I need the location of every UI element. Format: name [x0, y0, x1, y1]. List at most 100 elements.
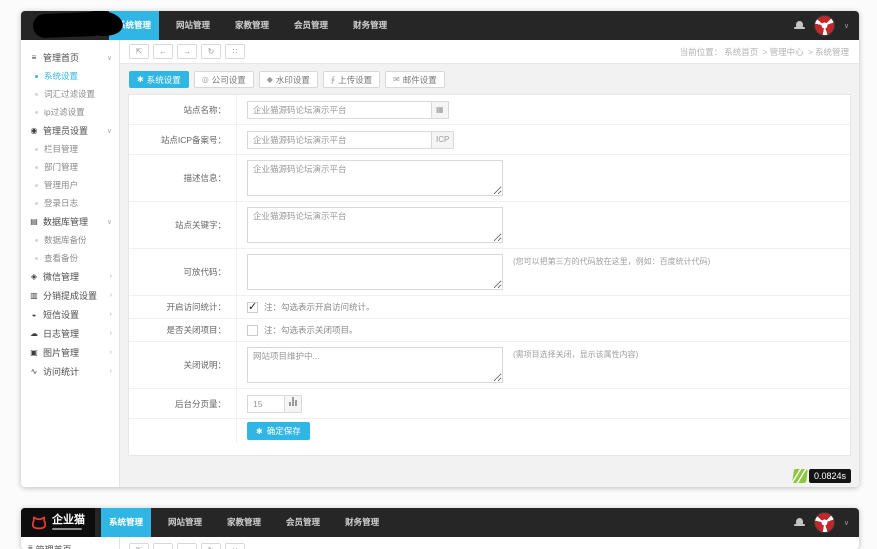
form-row-description: 描述信息： 企业猫源码论坛演示平台 — [129, 155, 850, 202]
close-project-checkbox[interactable] — [247, 325, 258, 336]
tab-system-settings[interactable]: ✱ 系统设置 — [129, 71, 189, 88]
nav-item-tutoring[interactable]: 家教管理 — [227, 11, 277, 40]
sidebar-item-view-backup[interactable]: 查看备份 — [21, 249, 119, 267]
field-label — [129, 419, 237, 443]
cloud-icon: ☁ — [28, 329, 40, 338]
cat-icon — [31, 515, 47, 531]
nav-item-finance[interactable]: 财务管理 — [337, 508, 387, 537]
sidebar-group-database[interactable]: ▤ 数据库管理 ∨ — [21, 212, 119, 231]
field-label: 关闭说明： — [129, 342, 237, 388]
sidebar-group-admin[interactable]: ◉ 管理员设置 ∨ — [21, 121, 119, 140]
avatar[interactable] — [814, 15, 835, 36]
keywords-textarea[interactable]: 企业猫源码论坛演示平台 — [247, 207, 503, 243]
save-button[interactable]: ✱ 确定保存 — [247, 422, 310, 440]
sliders-icon: ≡ — [28, 543, 33, 549]
nav-item-website[interactable]: 网站管理 — [168, 11, 218, 40]
sidebar-group-visit-stats[interactable]: ∿ 访问统计 › — [21, 362, 119, 381]
chevron-right-icon: › — [110, 292, 112, 299]
stats-checkbox[interactable] — [247, 302, 258, 313]
nav-item-system[interactable]: 系统管理 — [101, 508, 151, 537]
grid-icon: ▦ — [432, 101, 449, 119]
thinkphp-icon — [792, 469, 808, 483]
comment-icon: ◒ — [28, 310, 40, 319]
close-note: 注：勾选表示关闭项目。 — [264, 324, 358, 336]
forward-button[interactable]: → — [177, 44, 197, 59]
embed-code-textarea[interactable] — [247, 254, 503, 290]
nav-item-tutoring[interactable]: 家教管理 — [219, 508, 269, 537]
sidebar-item-ip-filter[interactable]: ip过滤设置 — [21, 103, 119, 121]
chevron-right-icon: › — [110, 349, 112, 356]
stats-note: 注：勾选表示开启访问统计。 — [264, 301, 375, 313]
fullscreen-button[interactable]: ⇱ — [129, 543, 149, 549]
tab-mail-settings[interactable]: ✉ 邮件设置 — [385, 71, 445, 88]
icp-number-input[interactable] — [247, 131, 432, 149]
compress-button[interactable]: ∷ — [225, 543, 245, 549]
clipped-content-strip: ≡ 管理首页 ⇱ ← → ↻ ∷ — [21, 537, 859, 549]
sidebar-item-system-settings[interactable]: 系统设置 — [21, 67, 119, 85]
sidebar-group-wechat[interactable]: ◈ 微信管理 › — [21, 267, 119, 286]
description-textarea[interactable]: 企业猫源码论坛演示平台 — [247, 160, 503, 196]
nav-item-members[interactable]: 会员管理 — [278, 508, 328, 537]
close-message-textarea[interactable]: 网站项目维护中... — [247, 347, 503, 383]
droplet-icon: ◆ — [267, 75, 273, 84]
refresh-button[interactable]: ↻ — [201, 44, 221, 59]
chevron-down-icon: ∨ — [107, 127, 112, 135]
top-navbar: 系统管理 网站管理 家教管理 会员管理 财务管理 ∨ — [21, 11, 859, 40]
chevron-right-icon: › — [110, 311, 112, 318]
gear-icon: ✱ — [137, 75, 144, 84]
map-marker-icon: ◎ — [202, 75, 209, 84]
brand-logo[interactable]: 企业猫 — [21, 508, 95, 537]
sidebar-item-columns[interactable]: 栏目管理 — [21, 140, 119, 158]
form-row-icp: 站点ICP备案号： ICP — [129, 125, 850, 155]
nav-item-finance[interactable]: 财务管理 — [345, 11, 395, 40]
history-toolbar: ⇱ ← → ↻ ∷ — [120, 537, 859, 549]
brand-name: 企业猫 — [52, 515, 85, 526]
sidebar-item-admin-users[interactable]: 管理用户 — [21, 176, 119, 194]
form-row-close-message: 关闭说明： 网站项目维护中... (需项目选择关闭，显示该属性内容) — [129, 342, 850, 389]
sidebar-item-login-logs[interactable]: 登录日志 — [21, 194, 119, 212]
settings-form: 站点名称： ▦ 站点ICP备案号： ICP 描述信息： — [128, 94, 851, 456]
tab-upload-settings[interactable]: ∮ 上传设置 — [323, 71, 380, 88]
avatar[interactable] — [814, 512, 835, 533]
top-nav-menu: 系统管理 网站管理 家教管理 会员管理 财务管理 — [101, 508, 396, 537]
sidebar-item-word-filter[interactable]: 词汇过滤设置 — [21, 85, 119, 103]
close-message-hint: (需项目选择关闭，显示该属性内容) — [513, 349, 638, 360]
fullscreen-button[interactable]: ⇱ — [129, 44, 149, 59]
admin-icon: ◉ — [28, 126, 40, 135]
sidebar-group-sms[interactable]: ◒ 短信设置 › — [21, 305, 119, 324]
field-label: 后台分页量： — [129, 389, 237, 418]
nav-item-members[interactable]: 会员管理 — [286, 11, 336, 40]
refresh-button[interactable]: ↻ — [201, 543, 221, 549]
bell-icon[interactable] — [794, 517, 805, 528]
gear-icon: ✱ — [256, 427, 263, 436]
sidebar-group-images[interactable]: ▣ 图片管理 › — [21, 343, 119, 362]
back-button[interactable]: ← — [153, 543, 173, 549]
sidebar-item-departments[interactable]: 部门管理 — [21, 158, 119, 176]
icp-addon-label: ICP — [432, 131, 454, 149]
chevron-down-icon[interactable]: ∨ — [844, 519, 849, 527]
paperclip-icon: ∮ — [331, 75, 335, 84]
tab-watermark-settings[interactable]: ◆ 水印设置 — [259, 71, 318, 88]
top-navbar: 企业猫 系统管理 网站管理 家教管理 会员管理 财务管理 ∨ — [21, 508, 859, 537]
sidebar-group-commission[interactable]: ▥ 分销提成设置 › — [21, 286, 119, 305]
bar-chart-icon — [285, 395, 302, 413]
bar-chart-icon: ▥ — [28, 291, 40, 300]
forward-button[interactable]: → — [177, 543, 197, 549]
sidebar-item-db-backup[interactable]: 数据库备份 — [21, 231, 119, 249]
compress-button[interactable]: ∷ — [225, 44, 245, 59]
sidebar-group-home[interactable]: ≡ 管理首页 ∨ — [21, 48, 119, 67]
bell-icon[interactable] — [794, 20, 805, 31]
chevron-down-icon: ∨ — [107, 54, 112, 62]
back-button[interactable]: ← — [153, 44, 173, 59]
chevron-down-icon[interactable]: ∨ — [844, 22, 849, 30]
sidebar-group-logs[interactable]: ☁ 日志管理 › — [21, 324, 119, 343]
field-label: 可放代码： — [129, 249, 237, 295]
nav-right-cluster: ∨ — [794, 508, 859, 537]
main-content: ⇱ ← → ↻ ∷ 当前位置：系统首页 >管理中心 >系统管理 ✱ 系统设置 ◎ — [120, 40, 859, 487]
site-name-input[interactable] — [247, 101, 432, 119]
page-size-input[interactable] — [247, 395, 285, 413]
form-row-site-name: 站点名称： ▦ — [129, 95, 850, 125]
nav-item-website[interactable]: 网站管理 — [160, 508, 210, 537]
top-nav-menu: 系统管理 网站管理 家教管理 会员管理 财务管理 — [109, 11, 404, 40]
tab-company-settings[interactable]: ◎ 公司设置 — [194, 71, 254, 88]
